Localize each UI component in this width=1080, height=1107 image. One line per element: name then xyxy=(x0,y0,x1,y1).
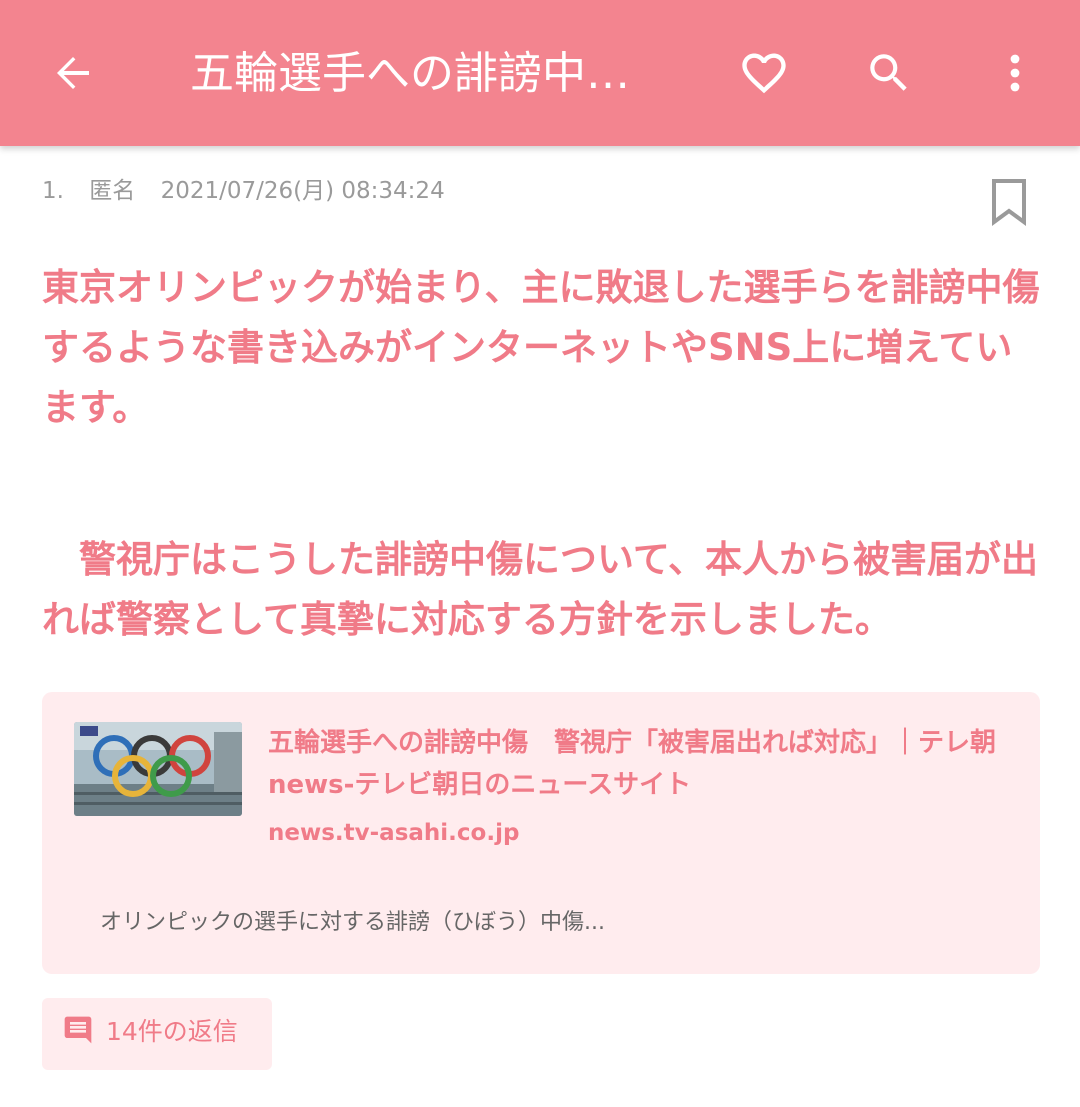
link-title[interactable]: 五輪選手への誹謗中傷 警視庁「被害届出れば対応」｜テレ朝news-テレビ朝日のニ… xyxy=(268,722,1008,806)
bookmark-button[interactable] xyxy=(988,178,1030,226)
post-number: 1. xyxy=(42,178,64,204)
link-thumbnail xyxy=(74,722,242,816)
post-meta: 1. 匿名 2021/07/26(月) 08:34:24 xyxy=(42,174,463,208)
more-vertical-icon xyxy=(1010,54,1020,92)
replies-count-label: 14件の返信 xyxy=(106,1017,238,1046)
more-options-button[interactable] xyxy=(980,38,1050,108)
olympic-rings-image xyxy=(74,722,242,816)
bookmark-outline-icon xyxy=(992,179,1026,226)
favorite-button[interactable] xyxy=(729,38,799,108)
post-body: 東京オリンピックが始まり、主に敗退した選手らを誹謗中傷するような書き込みがインタ… xyxy=(42,258,1042,650)
replies-button[interactable]: 14件の返信 xyxy=(42,998,272,1070)
page-title: 五輪選手への誹謗中… xyxy=(190,48,630,99)
app-bar: 五輪選手への誹謗中… xyxy=(0,0,1080,146)
post-datetime: 2021/07/26(月) 08:34:24 xyxy=(160,178,445,204)
post-author[interactable]: 匿名 xyxy=(89,178,135,204)
back-button[interactable] xyxy=(38,38,108,108)
arrow-back-icon xyxy=(57,57,89,89)
heart-outline-icon xyxy=(742,53,786,94)
link-domain: news.tv-asahi.co.jp xyxy=(268,820,520,846)
comment-icon xyxy=(64,1016,92,1044)
post-paragraph: 警視庁はこうした誹謗中傷について、本人から被害届が出れば警察として真摯に対応する… xyxy=(42,538,1039,641)
search-button[interactable] xyxy=(854,38,924,108)
link-description: オリンピックの選手に対する誹謗（ひぼう）中傷... xyxy=(100,910,605,935)
search-icon xyxy=(870,54,907,91)
link-preview-card[interactable]: 五輪選手への誹謗中傷 警視庁「被害届出れば対応」｜テレ朝news-テレビ朝日のニ… xyxy=(42,692,1040,974)
post-paragraph: 東京オリンピックが始まり、主に敗退した選手らを誹謗中傷するような書き込みがインタ… xyxy=(42,266,1040,429)
